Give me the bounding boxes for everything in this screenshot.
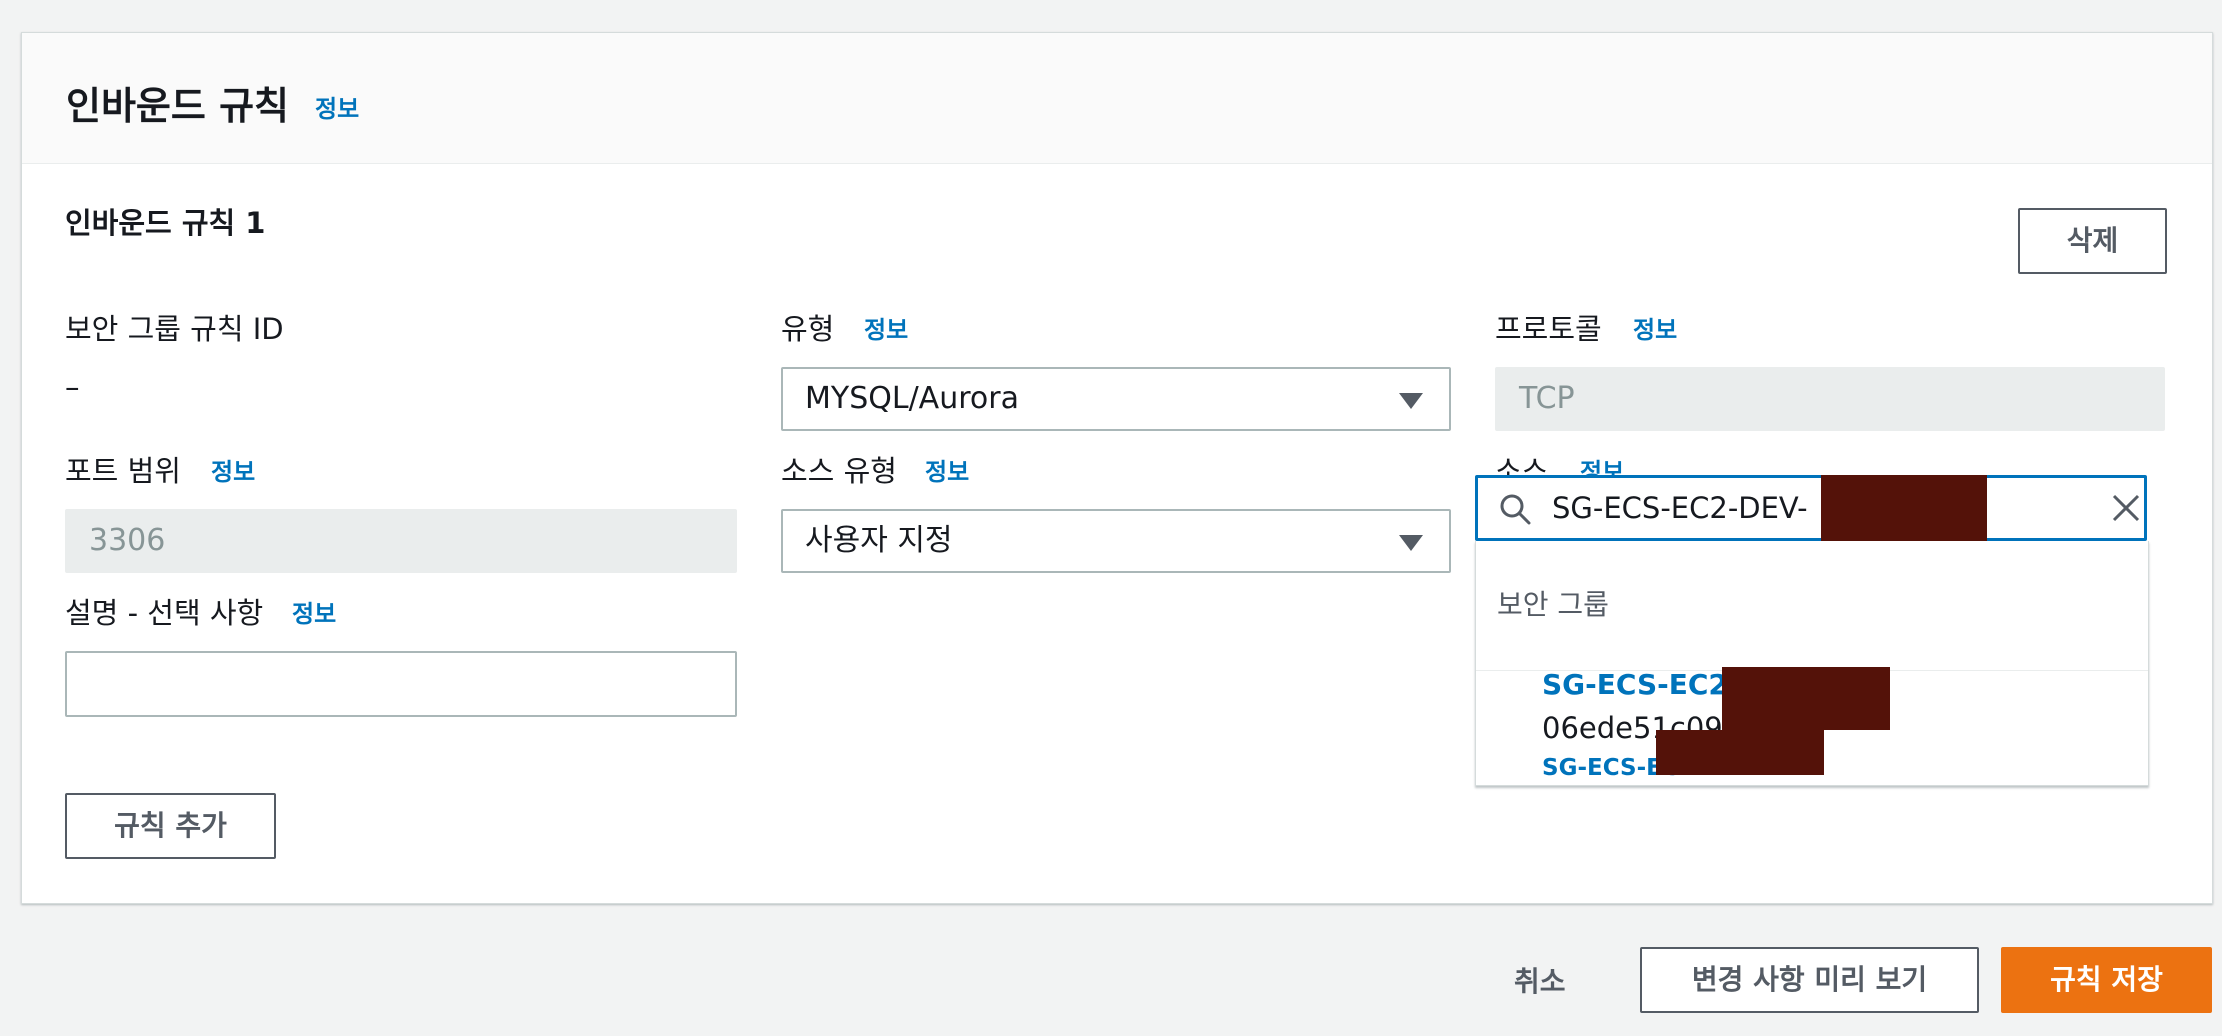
delete-rule-button[interactable]: 삭제 — [2018, 208, 2167, 274]
dropdown-group-label: 보안 그룹 — [1497, 588, 1609, 621]
protocol-info-link[interactable]: 정보 — [1633, 310, 1677, 345]
source-type-label: 소스 유형 — [781, 454, 897, 488]
type-label: 유형 — [781, 312, 835, 346]
type-select[interactable]: MYSQL/Aurora — [781, 367, 1451, 431]
clear-icon[interactable] — [2111, 493, 2141, 523]
type-info-link[interactable]: 정보 — [864, 310, 908, 345]
source-type-select-value: 사용자 지정 — [805, 523, 953, 558]
source-search-value: SG-ECS-EC2-DEV- — [1552, 491, 1808, 525]
source-dropdown: 보안 그룹 SG-ECS-EC2-DEV- 06ede51c09f0 SG-EC… — [1475, 541, 2149, 786]
redaction-box — [1722, 667, 1890, 730]
protocol-label: 프로토콜 — [1495, 312, 1602, 346]
redaction-box — [1821, 475, 1987, 541]
rule-heading: 인바운드 규칙 1 — [65, 206, 266, 240]
cancel-button[interactable]: 취소 — [1514, 960, 1566, 1000]
rule-id-value: – — [65, 370, 80, 404]
section-title: 인바운드 규칙 — [66, 84, 289, 128]
source-type-info-link[interactable]: 정보 — [925, 452, 969, 487]
description-info-link[interactable]: 정보 — [292, 594, 336, 629]
add-rule-button[interactable]: 규칙 추가 — [65, 793, 276, 859]
redaction-box — [1656, 730, 1824, 775]
type-select-value: MYSQL/Aurora — [805, 381, 1019, 416]
save-rules-button[interactable]: 규칙 저장 — [2001, 947, 2212, 1013]
search-icon — [1500, 494, 1531, 525]
source-search-input[interactable]: SG-ECS-EC2-DEV- — [1475, 475, 2147, 541]
dropdown-group-header: 보안 그룹 — [1476, 541, 2148, 671]
description-input[interactable] — [65, 651, 737, 717]
panel-header: 인바운드 규칙 정보 — [22, 33, 2212, 164]
port-range-value: 3306 — [89, 523, 166, 558]
dropdown-option[interactable]: SG-ECS-EC2-DEV- 06ede51c09f0 SG-ECS-EC2-… — [1476, 667, 2148, 785]
description-label: 설명 - 선택 사항 — [65, 596, 264, 630]
section-info-link[interactable]: 정보 — [315, 89, 359, 124]
port-range-field: 3306 — [65, 509, 737, 573]
port-range-info-link[interactable]: 정보 — [211, 452, 255, 487]
preview-changes-button[interactable]: 변경 사항 미리 보기 — [1640, 947, 1979, 1013]
protocol-value: TCP — [1519, 381, 1575, 416]
caret-down-icon — [1399, 535, 1423, 551]
caret-down-icon — [1399, 393, 1423, 409]
rule-id-label: 보안 그룹 규칙 ID — [65, 312, 284, 346]
protocol-field: TCP — [1495, 367, 2165, 431]
port-range-label: 포트 범위 — [65, 454, 181, 488]
source-type-select[interactable]: 사용자 지정 — [781, 509, 1451, 573]
